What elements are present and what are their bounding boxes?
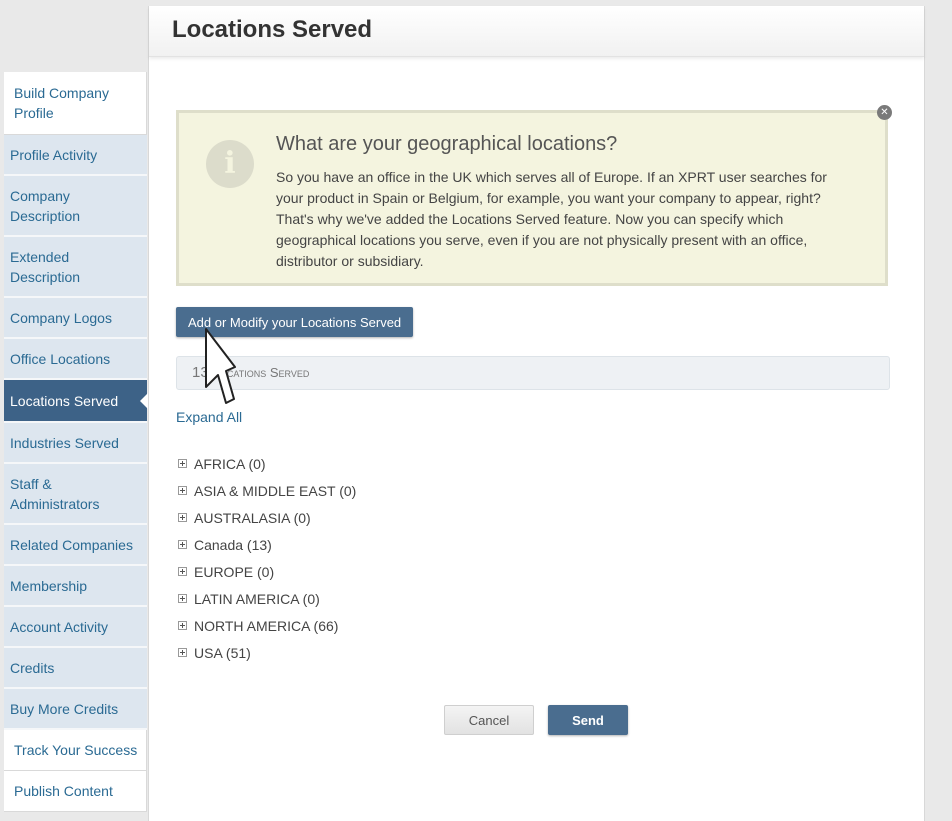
tree-item-latin-america: LATIN AMERICA (0) — [178, 585, 356, 612]
tree-item-usa: USA (51) — [178, 639, 356, 666]
sidebar-item-label: Locations Served — [10, 392, 119, 409]
sidebar-item-account-activity[interactable]: Account Activity — [4, 607, 147, 648]
sidebar-item-related-companies[interactable]: Related Companies — [4, 525, 147, 566]
sidebar-item-locations-served[interactable]: Locations Served — [4, 380, 148, 423]
sidebar-item-credits[interactable]: Credits — [4, 648, 147, 689]
tree-item-canada: Canada (13) — [178, 531, 356, 558]
sidebar-item-label: Office Locations — [10, 350, 111, 367]
expand-plus-icon[interactable] — [178, 594, 187, 603]
sidebar-nav: Build Company Profile Profile Activity C… — [4, 72, 148, 812]
page-header: Locations Served — [149, 6, 924, 57]
sidebar-item-buy-more-credits[interactable]: Buy More Credits — [4, 689, 147, 730]
tree-item-label[interactable]: USA (51) — [194, 645, 251, 661]
sidebar-item-label: Related Companies — [10, 536, 133, 553]
expand-plus-icon[interactable] — [178, 648, 187, 657]
sidebar-item-membership[interactable]: Membership — [4, 566, 147, 607]
main-panel: Locations Served i What are your geograp… — [148, 6, 925, 821]
sidebar-item-label: Extended Description — [10, 248, 81, 285]
expand-plus-icon[interactable] — [178, 486, 187, 495]
tree-item-label[interactable]: NORTH AMERICA (66) — [194, 618, 338, 634]
sidebar-item-label: Profile Activity — [10, 146, 98, 163]
sidebar-item-label: Credits — [10, 659, 55, 676]
tree-item-africa: AFRICA (0) — [178, 450, 356, 477]
locations-count-bar: 13 Locations Served — [176, 356, 890, 390]
sidebar-item-label: Membership — [10, 577, 88, 594]
sidebar-item-label: Account Activity — [10, 618, 109, 635]
expand-plus-icon[interactable] — [178, 459, 187, 468]
tree-item-australasia: AUSTRALASIA (0) — [178, 504, 356, 531]
tree-item-label[interactable]: AUSTRALASIA (0) — [194, 510, 311, 526]
locations-tree: AFRICA (0) ASIA & MIDDLE EAST (0) AUSTRA… — [178, 450, 356, 666]
tree-item-label[interactable]: EUROPE (0) — [194, 564, 274, 580]
info-icon: i — [206, 140, 254, 188]
info-text: So you have an office in the UK which se… — [276, 169, 827, 269]
page-title: Locations Served — [172, 16, 373, 43]
sidebar-item-staff-administrators[interactable]: Staff & Administrators — [4, 464, 147, 525]
sidebar-item-company-description[interactable]: Company Description — [4, 176, 147, 237]
tree-item-label[interactable]: AFRICA (0) — [194, 456, 266, 472]
sidebar-item-label: Buy More Credits — [10, 700, 119, 717]
send-button[interactable]: Send — [548, 705, 628, 735]
modify-locations-button[interactable]: Add or Modify your Locations Served — [176, 307, 414, 337]
sidebar-item-publish-content[interactable]: Publish Content — [4, 771, 147, 812]
sidebar-item-profile-activity[interactable]: Profile Activity — [4, 135, 147, 176]
cancel-button[interactable]: Cancel — [444, 705, 534, 735]
tree-item-asia-middle-east: ASIA & MIDDLE EAST (0) — [178, 477, 356, 504]
info-box: i What are your geographical locations? … — [176, 105, 892, 286]
tree-item-north-america: NORTH AMERICA (66) — [178, 612, 356, 639]
sidebar-item-label: Industries Served — [10, 434, 119, 451]
expand-plus-icon[interactable] — [178, 567, 187, 576]
sidebar-item-build-company-profile[interactable]: Build Company Profile — [4, 72, 147, 135]
close-icon[interactable]: ✕ — [877, 105, 892, 120]
expand-plus-icon[interactable] — [178, 513, 187, 522]
sidebar-item-office-locations[interactable]: Office Locations — [4, 339, 147, 380]
expand-plus-icon[interactable] — [178, 621, 187, 630]
locations-count-label: Locations Served — [212, 365, 310, 380]
info-heading: What are your geographical locations? — [276, 133, 618, 155]
sidebar-item-label: Staff & Administrators — [10, 475, 100, 512]
expand-all-link[interactable]: Expand All — [176, 409, 242, 425]
locations-count: 13 — [192, 364, 209, 381]
tree-item-label[interactable]: LATIN AMERICA (0) — [194, 591, 320, 607]
sidebar-item-label: Company Logos — [10, 309, 112, 326]
expand-plus-icon[interactable] — [178, 540, 187, 549]
sidebar-item-company-logos[interactable]: Company Logos — [4, 298, 147, 339]
sidebar-item-label: Publish Content — [14, 783, 113, 799]
sidebar-item-label: Build Company Profile — [14, 85, 109, 121]
tree-item-label[interactable]: Canada (13) — [194, 537, 272, 553]
tree-item-europe: EUROPE (0) — [178, 558, 356, 585]
sidebar-item-label: Track Your Success — [14, 742, 138, 758]
sidebar-item-industries-served[interactable]: Industries Served — [4, 423, 147, 464]
sidebar-item-extended-description[interactable]: Extended Description — [4, 237, 147, 298]
sidebar-item-label: Company Description — [10, 187, 81, 224]
tree-item-label[interactable]: ASIA & MIDDLE EAST (0) — [194, 483, 356, 499]
sidebar-item-track-your-success[interactable]: Track Your Success — [4, 730, 147, 771]
